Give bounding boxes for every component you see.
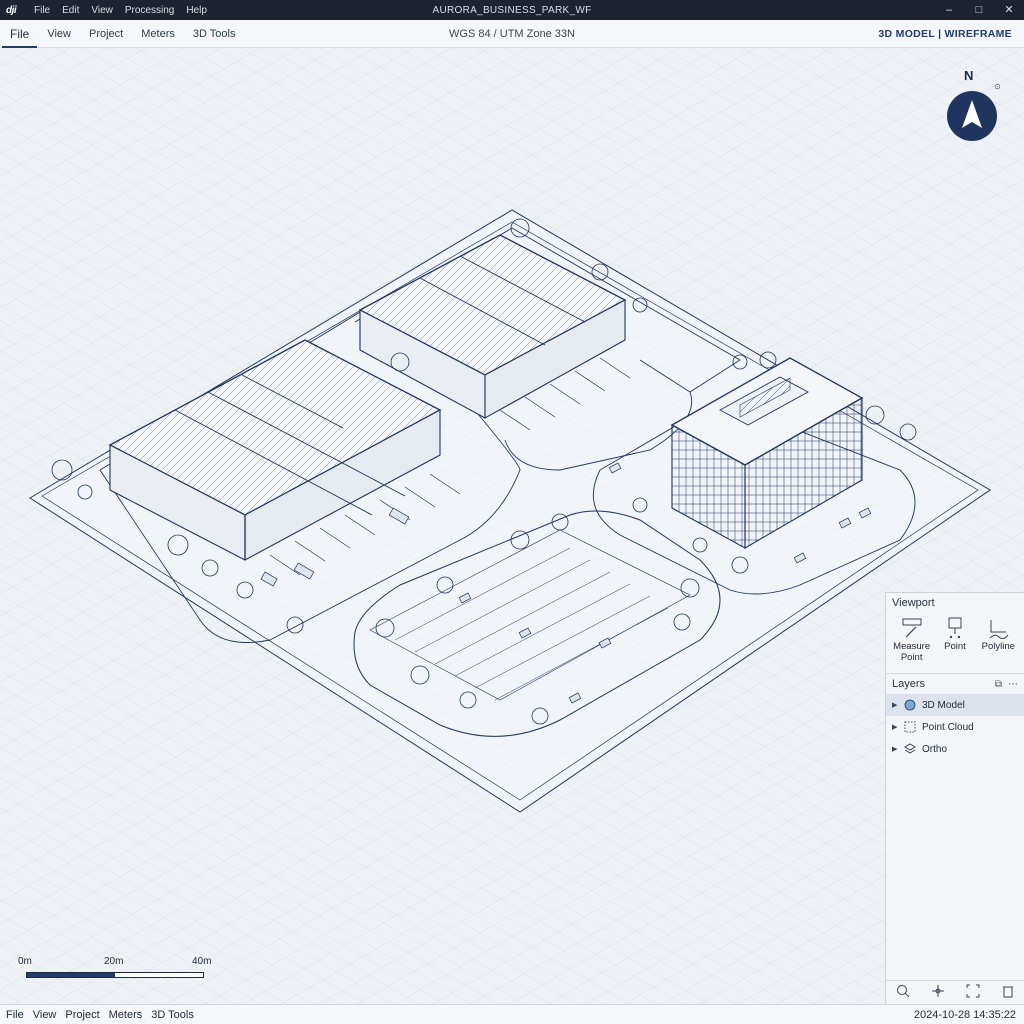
title-bar: dji File Edit View Processing Help AUROR… [0,0,1024,20]
maximize-button[interactable]: □ [964,0,994,20]
tab-3d-tools[interactable]: 3D Tools [185,20,244,48]
status-bar: File View Project Meters 3D Tools 2024-1… [0,1004,1024,1024]
view-mode-label[interactable]: 3D MODEL | WIREFRAME [878,28,1012,40]
more-options-icon[interactable]: ⋯ [1008,679,1018,690]
toolbar: File View Project Meters 3D Tools WGS 84… [0,20,1024,48]
scale-bar-fill [27,973,115,977]
tab-project[interactable]: Project [81,20,131,48]
layers-header: Layers ⧉ ⋯ [886,673,1024,694]
minimize-button[interactable]: – [934,0,964,20]
window-controls: – □ ✕ [934,0,1024,20]
layers-settings-icon[interactable]: ⧉ [995,679,1002,690]
zoom-icon[interactable] [896,984,910,1001]
point-marker-icon [933,615,976,641]
compass-north-label: N [964,68,974,83]
ruler-pencil-icon [890,615,933,641]
ortho-layers-icon [902,743,918,755]
pan-icon[interactable] [931,984,945,1001]
compass-arrow-icon[interactable] [946,90,998,142]
close-button[interactable]: ✕ [994,0,1024,20]
measure-point-label: Measure Point [893,641,931,663]
layer-ortho[interactable]: ▶ Ortho [886,738,1024,760]
layers-title: Layers [892,678,926,690]
tab-meters[interactable]: Meters [133,20,183,48]
status-file[interactable]: File [6,1009,24,1021]
status-menu: File View Project Meters 3D Tools [6,1009,194,1021]
status-meters[interactable]: Meters [109,1009,143,1021]
scale-label-40: 40m [192,956,212,967]
menu-view[interactable]: View [91,5,113,16]
menu-file[interactable]: File [34,5,50,16]
menu-edit[interactable]: Edit [62,5,79,16]
point-label: Point [944,641,966,652]
measure-point-tool[interactable]: Measure Point [890,615,933,663]
layer-point-cloud[interactable]: ▶ Point Cloud [886,716,1024,738]
title-menu: File Edit View Processing Help [34,5,207,16]
expand-caret-icon[interactable]: ▶ [892,745,902,753]
mesh-icon [902,699,918,711]
polyline-label: Polyline [981,641,1015,652]
app-logo: dji [6,4,17,16]
point-tool[interactable]: Point [933,615,976,663]
point-cloud-icon [902,721,918,733]
layer-label: Point Cloud [922,721,974,733]
layer-label: 3D Model [922,699,965,711]
scale-bar: 0m 20m 40m [18,956,218,986]
tab-file[interactable]: File [2,20,38,48]
scale-label-0: 0m [18,956,32,967]
scale-label-20: 20m [104,956,124,967]
3d-viewport[interactable] [0,48,1024,1004]
panel-bottom-bar [886,980,1024,1004]
polyline-tool[interactable]: Polyline [977,615,1020,663]
scale-bar-track [26,972,204,978]
status-3d-tools[interactable]: 3D Tools [151,1009,194,1021]
expand-caret-icon[interactable]: ▶ [892,701,902,709]
expand-caret-icon[interactable]: ▶ [892,723,902,731]
status-view[interactable]: View [33,1009,57,1021]
status-project[interactable]: Project [65,1009,99,1021]
delete-icon[interactable] [1001,984,1015,1001]
viewport-title: Viewport [892,597,935,609]
wireframe-scene[interactable] [0,48,1024,1004]
viewport-tools: Measure Point Point Polyline [886,613,1024,665]
fit-view-icon[interactable] [966,984,980,1001]
tab-view[interactable]: View [39,20,79,48]
menu-help[interactable]: Help [186,5,207,16]
tool-panel: Viewport Measure Point Point Polyline La… [885,592,1024,1004]
layer-3d-model[interactable]: ▶ 3D Model [886,694,1024,716]
menu-processing[interactable]: Processing [125,5,174,16]
layer-label: Ortho [922,743,948,755]
toolbar-tabs: File View Project Meters 3D Tools [2,20,245,48]
polyline-icon [977,615,1020,641]
timestamp: 2024-10-28 14:35:22 [913,1008,1016,1021]
